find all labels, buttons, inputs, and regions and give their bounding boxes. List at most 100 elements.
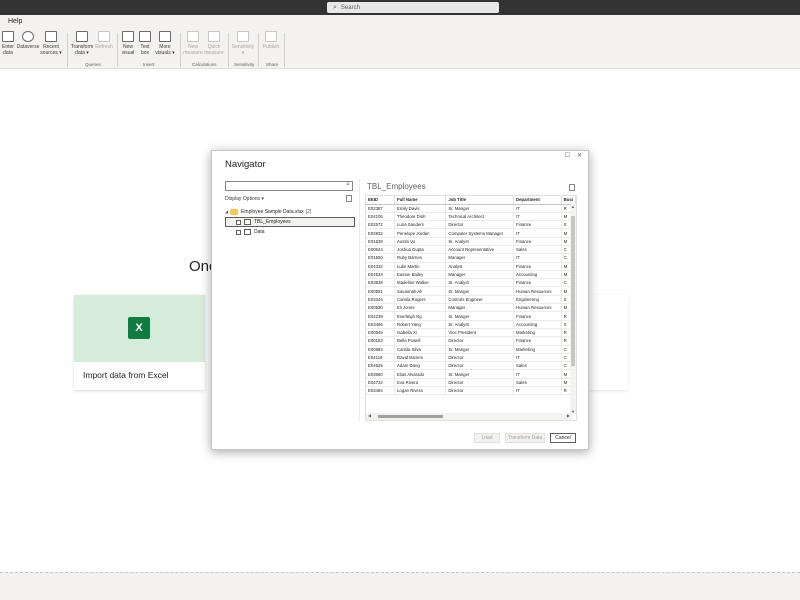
table-cell: E01550 [366,253,396,263]
new-visual-button[interactable]: New visual [120,31,136,56]
table-cell: Logan Rivera [394,386,447,396]
column-header[interactable]: Job Title [445,196,514,205]
table-cell: Sr. Analyst [445,320,514,329]
table-row: E02832 Penelope Jordan Computer Systems Ma… [366,228,576,238]
checkbox[interactable] [236,229,241,235]
table-cell: Director [445,220,514,230]
table-cell: Sales [513,378,562,388]
card-thumbnail: X [74,295,205,362]
transform-data-button[interactable]: Transform data ▾ [70,31,94,56]
collapse-arrow-icon[interactable]: ◢ [225,207,228,217]
table-row: E04116 David Barnes Director IT C [366,353,576,363]
horizontal-scrollbar[interactable]: ◀ ▶ [366,413,572,420]
navigator-search-input[interactable]: ⌕ [225,181,353,191]
table-cell: E03838 [366,278,396,288]
scroll-thumb[interactable] [378,415,443,418]
import-excel-card[interactable]: X Import data from Excel [74,295,205,390]
table-row: E00644 Joshua Gupta Account Representative… [366,245,576,255]
scroll-right-icon[interactable]: ▶ [567,413,570,418]
column-header[interactable]: EEID [366,196,396,205]
table-row: E02572 Luna Sanders Director Finance S [366,220,576,230]
table-cell: E02572 [366,220,396,230]
partial-card[interactable] [588,295,628,390]
table-row: E01639 Austin Vo Sr. Analyst Finance M [366,237,576,247]
text-box-button[interactable]: Text box [137,31,153,56]
tree-root[interactable]: ◢ Employee Sample Data.xlsx [2] [225,207,355,217]
scroll-up-icon[interactable]: ▲ [570,204,576,209]
table-cell: Eva Rivera [394,378,447,388]
table-cell: Joshua Gupta [394,245,447,255]
vertical-scrollbar[interactable]: ▲ ▼ [570,204,576,414]
table-cell: Camila Rogers [394,295,447,305]
maximize-icon[interactable]: ☐ [565,153,570,159]
menu-help[interactable]: Help [8,18,22,25]
cancel-button[interactable]: Cancel [550,433,576,443]
table-cell: Finance [513,278,562,288]
ribbon-divider [228,33,229,67]
table-cell: E00591 [366,286,396,296]
scroll-left-icon[interactable]: ◀ [368,413,371,418]
table-cell: Finance [513,220,562,230]
recent-sources-button[interactable]: Recent sources ▾ [40,31,62,56]
table-cell: E00163 [366,336,396,346]
more-visuals-button[interactable]: More visuals ▾ [154,31,176,56]
table-cell: Manager [445,270,514,280]
refresh-button[interactable]: Refresh [95,31,113,50]
ribbon-divider [284,33,285,67]
table-cell: Camila Silva [394,345,447,354]
table-cell: IT [513,386,562,396]
table-cell: Engineering [513,295,562,305]
load-button[interactable]: Load [474,433,500,443]
table-row: E04533 Easton Bailey Manager Accounting M [366,270,576,280]
table-row: E03680 Elias Alvarado Sr. Manger IT M [366,369,576,379]
close-icon[interactable]: ✕ [577,153,582,159]
refresh-preview-icon[interactable] [346,195,352,202]
table-cell: E03496 [366,320,396,329]
table-cell: Finance [513,237,562,247]
table-cell: IT [513,353,562,363]
table-cell: Easton Bailey [394,270,447,280]
preview-table: EEID Full Name Job Title Department Busi E02… [366,196,576,396]
dataverse-button[interactable]: Dataverse [16,31,40,50]
tree-item-data[interactable]: Data [225,227,355,237]
table-cell: Sr. Analyst [445,237,514,247]
tree-item-tbl-employees[interactable]: TBL_Employees [225,217,355,227]
table-cell: E03680 [366,369,396,379]
search-placeholder: Search [340,4,360,11]
table-cell: E04732 [366,378,396,388]
transform-data-button[interactable]: Transform Data [505,433,545,443]
table-cell: Accounting [513,320,562,329]
table-cell: Director [445,386,514,396]
export-icon[interactable] [569,184,575,191]
enter-data-button[interactable]: Enter data [1,31,15,56]
table-cell: Eli Jones [394,303,447,313]
table-cell: Human Resources [513,303,562,313]
table-row: E04332 Luke Martin Analyst Finance M [366,262,576,271]
table-cell: E04332 [366,262,396,271]
group-insert: Insert [143,62,155,67]
column-header[interactable]: Department [513,196,562,205]
quick-measure-button[interactable]: Quick measure [204,31,224,56]
table-cell: Elias Alvarado [394,369,447,379]
dataverse-icon [22,31,34,42]
new-measure-button[interactable]: New measure [183,31,203,56]
publish-button[interactable]: Publish [261,31,281,50]
table-cell: Theodore Dinh [394,212,447,222]
column-header[interactable]: Full Name [394,196,447,205]
table-cell: E04533 [366,270,396,280]
table-cell: Sr. Manger [445,204,514,213]
bar-chart-icon [122,31,134,42]
search-box[interactable]: ⌕ Search [327,2,499,13]
sensitivity-button[interactable]: Sensitivity ▾ [231,31,255,56]
navigator-dialog: Navigator ☐ ✕ ⌕ Display Options ▾ ◢ Emplo… [211,150,589,450]
table-cell: IT [513,212,562,222]
display-options-dropdown[interactable]: Display Options ▾ [225,196,264,202]
table-cell: E00644 [366,245,396,255]
table-cell: Accounting [513,270,562,280]
table-cell: Analyst [445,262,514,271]
table-cell: E04105 [366,212,396,222]
scroll-thumb[interactable] [571,216,575,366]
column-header[interactable]: Busi [561,196,576,205]
checkbox[interactable] [236,219,241,225]
table-cell: Luna Sanders [394,220,447,230]
